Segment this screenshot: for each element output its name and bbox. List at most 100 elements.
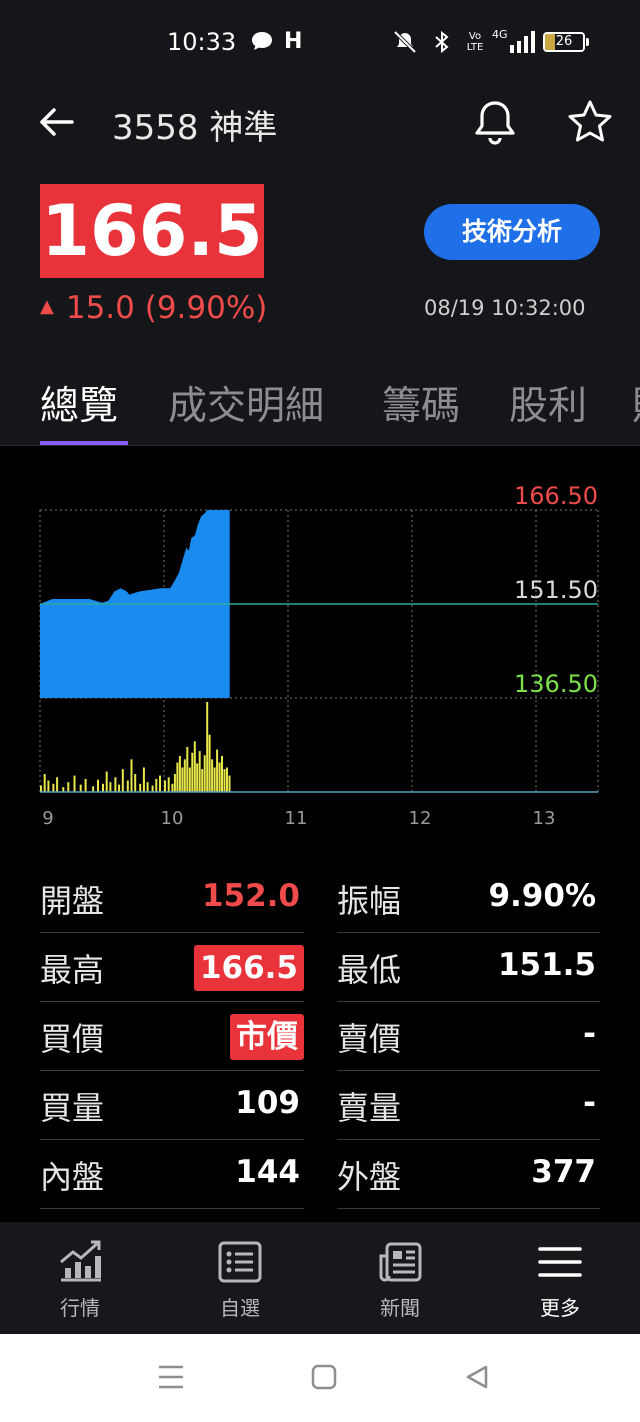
- volume-bar: [208, 734, 211, 792]
- volume-bar: [167, 777, 170, 792]
- volume-bar: [102, 783, 104, 792]
- inner-volume-label: 內盤: [40, 1158, 105, 1196]
- volume-bar: [67, 782, 70, 792]
- amplitude-value: 9.90%: [488, 878, 596, 914]
- star-icon[interactable]: [566, 98, 614, 146]
- nav-watchlist[interactable]: 自選: [180, 1222, 300, 1334]
- back-triangle-icon[interactable]: [464, 1364, 490, 1390]
- volume-bars: [40, 702, 231, 792]
- volume-bar: [114, 777, 117, 792]
- volume-bar: [130, 759, 133, 792]
- intraday-chart[interactable]: 166.50 151.50 136.50 9 10 11 12 13: [0, 446, 640, 860]
- system-navigation-bar: [0, 1334, 640, 1422]
- recent-apps-icon[interactable]: [157, 1364, 185, 1390]
- volume-bar: [40, 785, 42, 792]
- open-value: 152.0: [201, 878, 300, 914]
- tab-bar: 總覽 成交明細 籌碼 股利 財: [0, 371, 640, 446]
- volume-bar: [73, 775, 76, 792]
- bid-cell: 買價 市價: [40, 1002, 304, 1071]
- stock-header: 3558 神準 166.5 ▲ 15.0 (9.90%) 技術分析 08/19 1…: [0, 86, 640, 446]
- ask-cell: 賣價 -: [337, 1002, 600, 1071]
- ask-volume-value: -: [583, 1085, 596, 1121]
- bluetooth-icon: [435, 30, 449, 54]
- bell-icon[interactable]: [472, 98, 518, 146]
- nav-market-label: 行情: [60, 1296, 100, 1320]
- volume-bar: [155, 778, 158, 792]
- nav-more-label: 更多: [540, 1296, 580, 1320]
- volume-bar: [191, 752, 194, 792]
- bid-volume-cell: 買量 109: [40, 1071, 304, 1140]
- high-cell: 最高 166.5: [40, 933, 304, 1002]
- high-label: 最高: [40, 951, 105, 989]
- menu-icon: [538, 1247, 582, 1277]
- volume-bar: [178, 756, 181, 792]
- ask-volume-cell: 賣量 -: [337, 1071, 600, 1140]
- volume-bar: [186, 747, 189, 792]
- back-arrow-icon[interactable]: [36, 102, 76, 142]
- bid-value: 市價: [230, 1014, 304, 1060]
- volume-bar: [206, 702, 209, 792]
- outer-volume-label: 外盤: [337, 1158, 402, 1196]
- tab-trade-details[interactable]: 成交明細: [168, 375, 324, 431]
- signal-icon: [510, 31, 535, 53]
- volume-bar: [196, 763, 199, 792]
- news-icon: [379, 1242, 422, 1282]
- volume-bar: [221, 756, 223, 792]
- volume-bar: [134, 774, 137, 792]
- battery-icon: 26: [543, 32, 585, 52]
- volume-bar: [193, 741, 196, 792]
- x-tick-label: 13: [533, 808, 556, 829]
- outer-volume-cell: 外盤 377: [337, 1140, 600, 1209]
- status-time: 10:33: [167, 28, 237, 56]
- h-app-icon: H: [284, 29, 303, 54]
- volume-bar: [47, 780, 50, 792]
- battery-tip: [586, 38, 589, 46]
- bottom-navigation: 行情 自選 新聞 更多: [0, 1222, 640, 1334]
- technical-analysis-button[interactable]: 技術分析: [424, 204, 600, 260]
- tab-financials[interactable]: 財: [632, 375, 640, 431]
- low-value: 151.5: [497, 947, 596, 983]
- x-axis-ticks: 9 10 11 12 13: [42, 808, 555, 829]
- tab-dividend[interactable]: 股利: [509, 375, 587, 431]
- intraday-chart-svg: 166.50 151.50 136.50 9 10 11 12 13: [39, 482, 599, 829]
- volume-bar: [142, 767, 145, 792]
- price-change-value: 15.0 (9.90%): [65, 290, 268, 326]
- volume-bar: [109, 782, 112, 792]
- ask-volume-label: 賣量: [337, 1089, 402, 1127]
- price-label-reference: 151.50: [514, 576, 598, 604]
- open-label: 開盤: [40, 882, 105, 920]
- volume-bar: [146, 782, 149, 792]
- tab-overview[interactable]: 總覽: [40, 375, 118, 431]
- home-icon[interactable]: [311, 1364, 337, 1390]
- volume-bar: [183, 759, 186, 792]
- x-tick-label: 11: [285, 808, 308, 829]
- volume-bar: [198, 751, 201, 792]
- volume-bar: [176, 762, 179, 792]
- nav-more[interactable]: 更多: [500, 1222, 620, 1334]
- volume-bar: [159, 775, 161, 792]
- tab-chips[interactable]: 籌碼: [382, 375, 460, 431]
- volume-bar: [218, 762, 221, 792]
- bid-volume-value: 109: [235, 1085, 300, 1121]
- volume-bar: [84, 778, 87, 792]
- amplitude-cell: 振幅 9.90%: [337, 864, 600, 933]
- amplitude-label: 振幅: [337, 882, 402, 920]
- bid-volume-label: 買量: [40, 1089, 105, 1127]
- volte-icon: Vo LTE: [466, 31, 484, 53]
- chat-bubble-icon: [252, 32, 272, 50]
- inner-volume-value: 144: [235, 1154, 300, 1190]
- open-cell: 開盤 152.0: [40, 864, 304, 933]
- volume-bar: [173, 774, 176, 792]
- nav-watchlist-label: 自選: [220, 1296, 260, 1320]
- status-bar: 10:33 H Vo LTE 4G 26: [0, 0, 640, 86]
- nav-news[interactable]: 新聞: [340, 1222, 460, 1334]
- volume-bar: [213, 767, 216, 792]
- volume-bar: [92, 786, 95, 792]
- price-label-low: 136.50: [514, 670, 598, 698]
- volume-bar: [105, 771, 108, 792]
- volume-bar: [139, 783, 142, 792]
- nav-market[interactable]: 行情: [20, 1222, 140, 1334]
- volume-bar: [216, 749, 219, 792]
- stock-title: 3558 神準: [112, 108, 278, 148]
- volume-bar: [226, 767, 228, 792]
